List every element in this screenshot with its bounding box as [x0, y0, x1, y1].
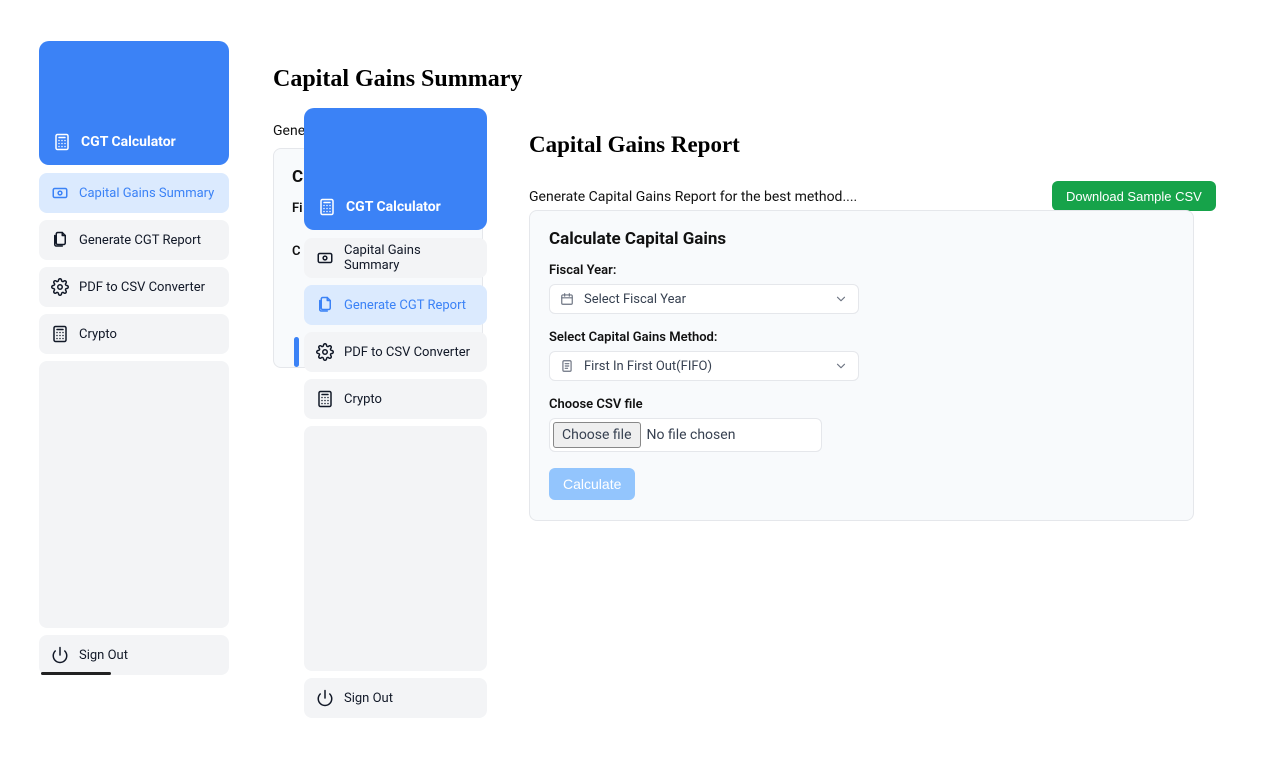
card-icon: [51, 184, 69, 202]
fiscal-year-value: Select Fiscal Year: [584, 292, 686, 307]
method-select[interactable]: First In First Out(FIFO): [549, 351, 859, 381]
method-value: First In First Out(FIFO): [584, 359, 712, 374]
file-label: Choose CSV file: [549, 397, 1174, 412]
nav-pdf-to-csv[interactable]: PDF to CSV Converter: [39, 267, 229, 307]
nav-capital-gains-summary[interactable]: Capital Gains Summary: [304, 238, 487, 278]
power-icon: [316, 689, 334, 707]
method-label: Select Capital Gains Method:: [549, 330, 1174, 345]
fiscal-year-label: Fiscal Year:: [549, 263, 1174, 278]
sidebar-primary: CGT Calculator Capital Gains Summary Gen…: [39, 41, 229, 675]
sign-out-label: Sign Out: [344, 691, 393, 706]
files-icon: [51, 231, 69, 249]
nav-label: Crypto: [79, 327, 117, 342]
gear-icon: [316, 343, 334, 361]
brand-title: CGT Calculator: [346, 199, 441, 215]
page-subtitle-report: Generate Capital Gains Report for the be…: [529, 189, 857, 205]
nav-label: Generate CGT Report: [344, 298, 466, 313]
nav-label: Crypto: [344, 392, 382, 407]
sign-out-label: Sign Out: [79, 648, 128, 663]
nav-label: PDF to CSV Converter: [344, 345, 470, 360]
nav-crypto[interactable]: Crypto: [304, 379, 487, 419]
page-title-summary: Capital Gains Summary: [273, 66, 522, 93]
nav-label: Generate CGT Report: [79, 233, 201, 248]
csv-file-input[interactable]: Choose file No file chosen: [549, 418, 822, 452]
chevron-down-icon: [834, 359, 848, 373]
power-icon: [51, 646, 69, 664]
page-title-report: Capital Gains Report: [529, 132, 740, 158]
report-card-heading: Calculate Capital Gains: [549, 229, 1174, 249]
sign-out-button[interactable]: Sign Out: [304, 678, 487, 718]
files-icon: [316, 296, 334, 314]
nav-label: Capital Gains Summary: [79, 186, 214, 201]
fiscal-year-select[interactable]: Select Fiscal Year: [549, 284, 859, 314]
nav-generate-cgt-report[interactable]: Generate CGT Report: [39, 220, 229, 260]
sign-out-button[interactable]: Sign Out: [39, 635, 229, 675]
card-accent-bar: [294, 337, 299, 367]
nav-generate-cgt-report[interactable]: Generate CGT Report: [304, 285, 487, 325]
document-icon: [560, 359, 574, 373]
file-status: No file chosen: [647, 427, 736, 443]
calculate-button[interactable]: Calculate: [549, 468, 635, 500]
chevron-down-icon: [834, 292, 848, 306]
sidebar-shadow: [41, 672, 111, 675]
brand-header: CGT Calculator: [39, 41, 229, 165]
calculator-icon: [53, 133, 71, 151]
report-calc-card: Calculate Capital Gains Fiscal Year: Sel…: [529, 210, 1194, 521]
sidebar-filler: [39, 361, 229, 628]
calculator-icon: [316, 390, 334, 408]
nav-label: Capital Gains Summary: [344, 243, 475, 273]
nav-label: PDF to CSV Converter: [79, 280, 205, 295]
nav-pdf-to-csv[interactable]: PDF to CSV Converter: [304, 332, 487, 372]
calculator-icon: [51, 325, 69, 343]
brand-title: CGT Calculator: [81, 134, 176, 150]
gear-icon: [51, 278, 69, 296]
download-sample-csv-button[interactable]: Download Sample CSV: [1052, 181, 1216, 211]
sidebar-secondary: CGT Calculator Capital Gains Summary Gen…: [304, 108, 487, 718]
calculator-icon: [318, 198, 336, 216]
nav-capital-gains-summary[interactable]: Capital Gains Summary: [39, 173, 229, 213]
page-subtitle-summary-fragment: Gene: [273, 123, 305, 139]
card-icon: [316, 249, 334, 267]
sidebar-filler: [304, 426, 487, 671]
choose-file-button[interactable]: Choose file: [553, 422, 641, 448]
nav-crypto[interactable]: Crypto: [39, 314, 229, 354]
brand-header: CGT Calculator: [304, 108, 487, 230]
calendar-icon: [560, 292, 574, 306]
